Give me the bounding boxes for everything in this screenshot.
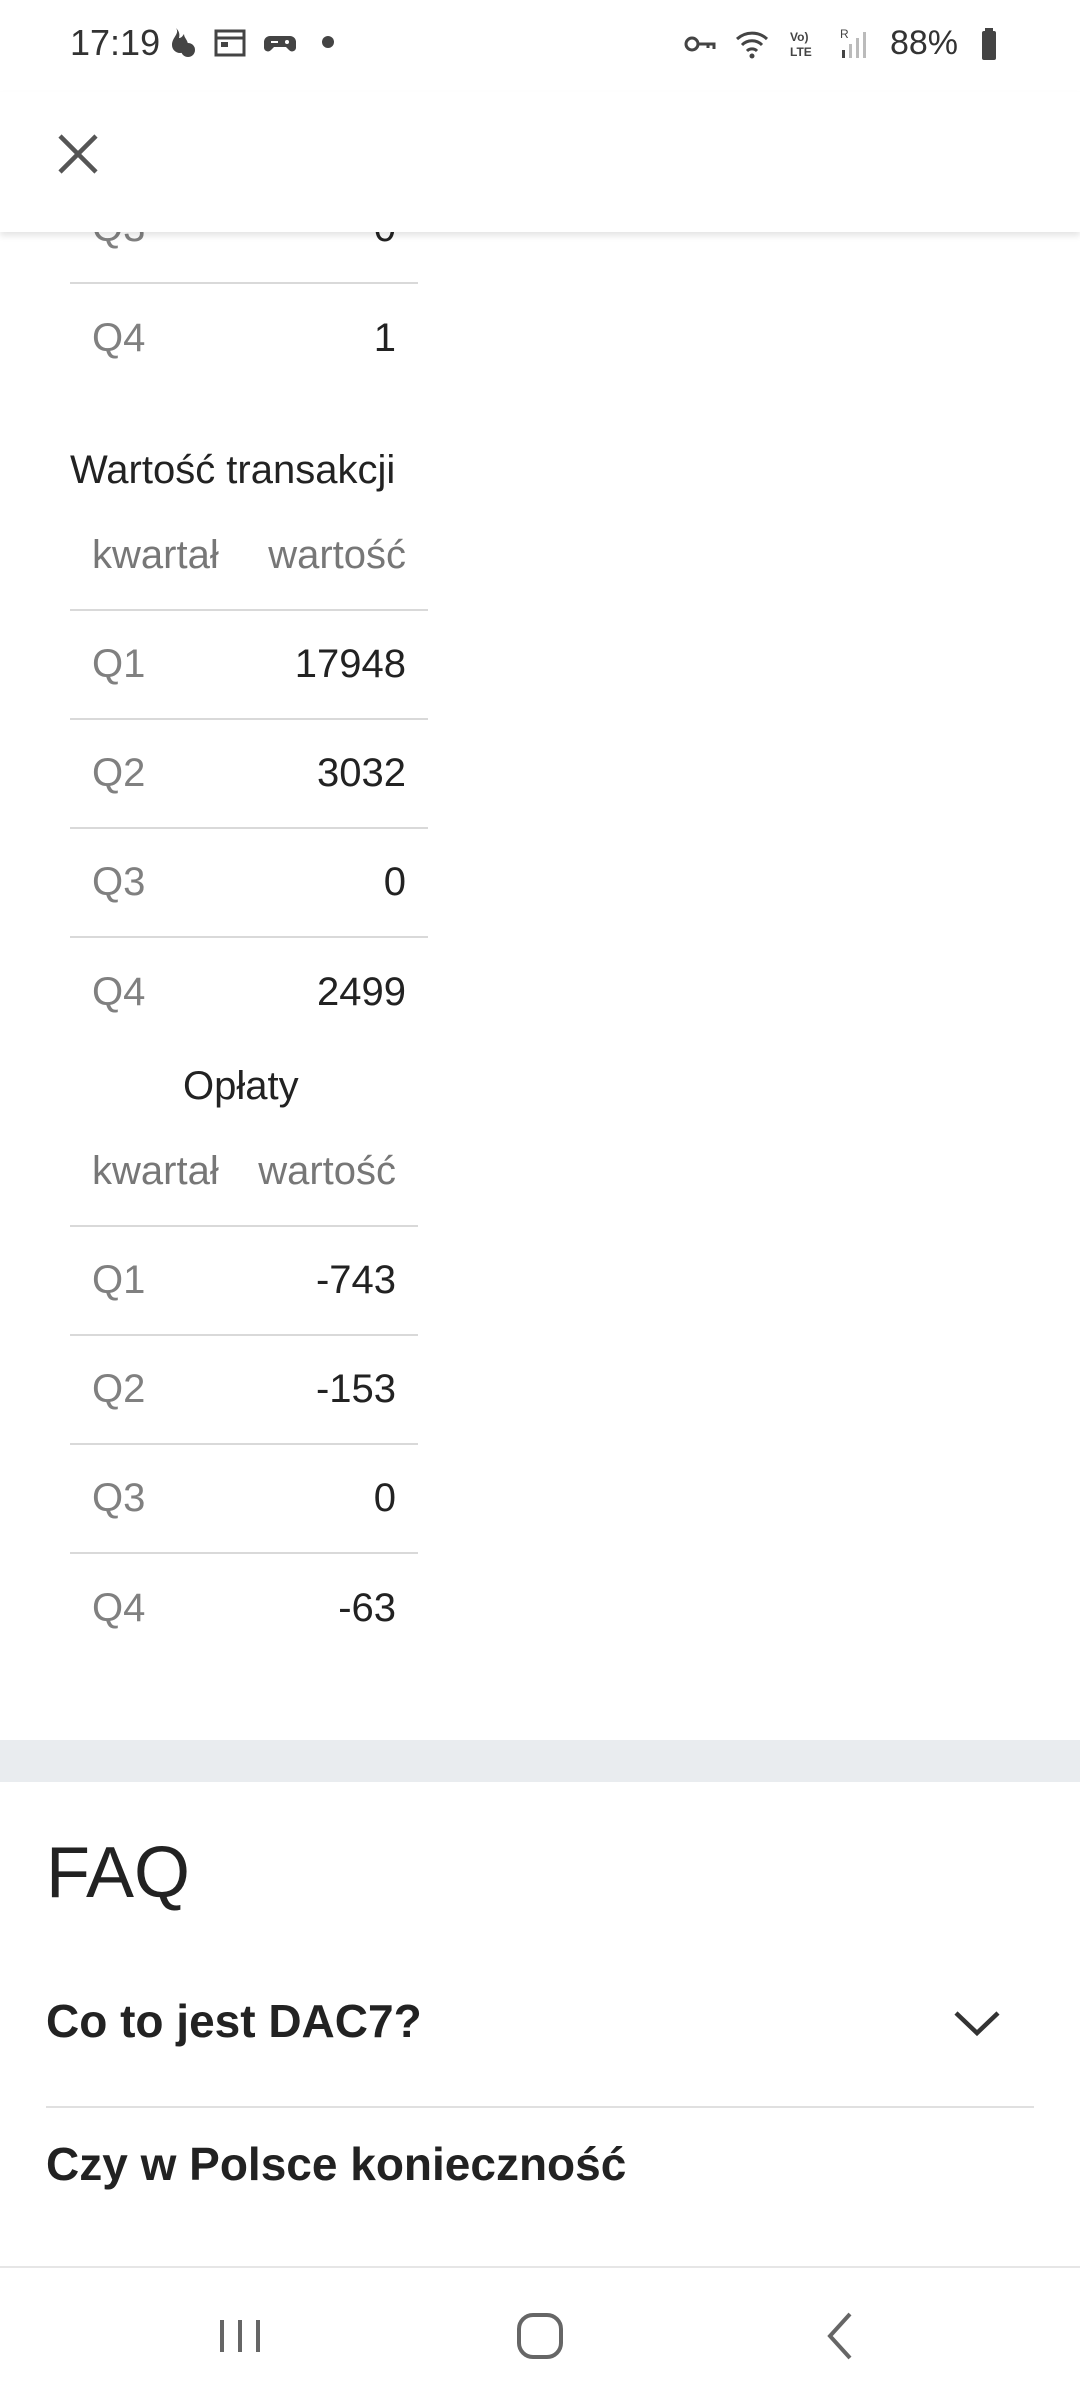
transactions-count-table: Q3 0 Q4 1 <box>70 232 418 393</box>
faq-item-dac7[interactable]: Co to jest DAC7? <box>46 1989 1034 2054</box>
value-cell: 3032 <box>317 751 406 795</box>
value-cell: -63 <box>338 1586 396 1630</box>
svg-text:R: R <box>840 27 849 41</box>
status-icons-left <box>162 24 334 60</box>
section-divider <box>0 1740 1080 1782</box>
value-cell: 0 <box>374 232 396 251</box>
value-cell: 0 <box>373 1476 396 1520</box>
status-bar: 17:19 Vo) LTE R 88% <box>0 0 1080 92</box>
quarter-cell: Q2 <box>92 751 146 795</box>
fees-table: kwartał wartość Q1 -743 Q2 -153 Q3 0 Q4 … <box>70 1118 418 1663</box>
table-header-row: kwartał wartość <box>70 502 428 611</box>
status-icons-right: Vo) LTE R 88% <box>682 24 1010 63</box>
faq-separator <box>46 2106 1034 2108</box>
screen: 17:19 Vo) LTE R 88% Q4 1 Wartość transak… <box>0 0 1080 2400</box>
header-quarter: kwartał <box>92 1149 219 1193</box>
value-cell: -153 <box>315 1367 396 1411</box>
volte-icon: Vo) LTE <box>790 30 812 59</box>
quarter-cell: Q4 <box>92 970 146 1014</box>
fees-title: Opłaty <box>183 1064 299 1108</box>
signal-icon: R <box>840 27 866 58</box>
faq-title: FAQ <box>46 1833 191 1913</box>
quarter-cell: Q3 <box>92 232 145 251</box>
header-value: wartość <box>258 1149 396 1193</box>
quarter-cell: Q1 <box>92 642 146 686</box>
header-quarter: kwartał <box>92 533 219 577</box>
svg-text:LTE: LTE <box>790 45 812 59</box>
table-row: Q3 0 <box>70 232 418 284</box>
quarter-cell: Q2 <box>92 1367 146 1411</box>
fire-icon <box>172 28 195 57</box>
table-row: Q4 1 <box>70 284 418 393</box>
quarter-cell: Q3 <box>92 860 146 904</box>
content-area[interactable]: Q3 0 Q4 1 Wartość transakcji kwartał war… <box>0 232 1080 2190</box>
status-time: 17:19 <box>70 22 161 63</box>
table-row: Q3 0 <box>70 1445 418 1554</box>
transaction-value-title: Wartość transakcji <box>70 448 396 492</box>
header-value: wartość <box>268 533 406 577</box>
value-cell: -743 <box>315 1258 396 1302</box>
table-row: Q1 -743 <box>70 1227 418 1336</box>
table-row: Q4 2499 <box>70 938 428 1047</box>
table-row: Q2 3032 <box>70 720 428 829</box>
game-controller-icon <box>264 36 296 52</box>
battery-percent: 88% <box>889 24 958 62</box>
notification-dot-icon <box>322 36 334 48</box>
recent-apps-icon[interactable] <box>210 2306 270 2366</box>
quarter-cell: Q4 <box>92 316 146 360</box>
back-icon[interactable] <box>812 2306 872 2366</box>
value-cell: 2499 <box>317 970 406 1014</box>
table-header-row: kwartał wartość <box>70 1118 418 1227</box>
wifi-icon <box>735 31 768 58</box>
transaction-value-table: kwartał wartość Q1 17948 Q2 3032 Q3 0 Q4… <box>70 502 428 1047</box>
value-cell: 0 <box>383 860 406 904</box>
quarter-cell: Q1 <box>92 1258 146 1302</box>
close-icon[interactable] <box>50 126 106 182</box>
vpn-key-icon <box>684 36 716 51</box>
home-icon[interactable] <box>510 2306 570 2366</box>
faq-question: Czy w Polsce konieczność przekazywania d… <box>46 2138 627 2190</box>
value-cell: 17948 <box>294 642 406 686</box>
table-row: Q2 -153 <box>70 1336 418 1445</box>
table-row: Q4 -63 <box>70 1554 418 1663</box>
faq-question: Co to jest DAC7? <box>46 1995 422 2047</box>
svg-text:Vo): Vo) <box>790 30 808 44</box>
chevron-down-icon[interactable] <box>950 1995 1004 2049</box>
system-navigation-bar <box>0 2266 1080 2400</box>
quarter-cell: Q4 <box>92 1586 146 1630</box>
value-cell: 1 <box>373 316 396 360</box>
quarter-cell: Q3 <box>92 1476 146 1520</box>
app-bar <box>0 92 1080 232</box>
table-row: Q3 0 <box>70 829 428 938</box>
faq-item-poland-obligation[interactable]: Czy w Polsce konieczność przekazywania d… <box>46 2132 1034 2190</box>
battery-icon <box>982 27 996 60</box>
table-row: Q1 17948 <box>70 611 428 720</box>
calendar-icon <box>214 29 246 57</box>
